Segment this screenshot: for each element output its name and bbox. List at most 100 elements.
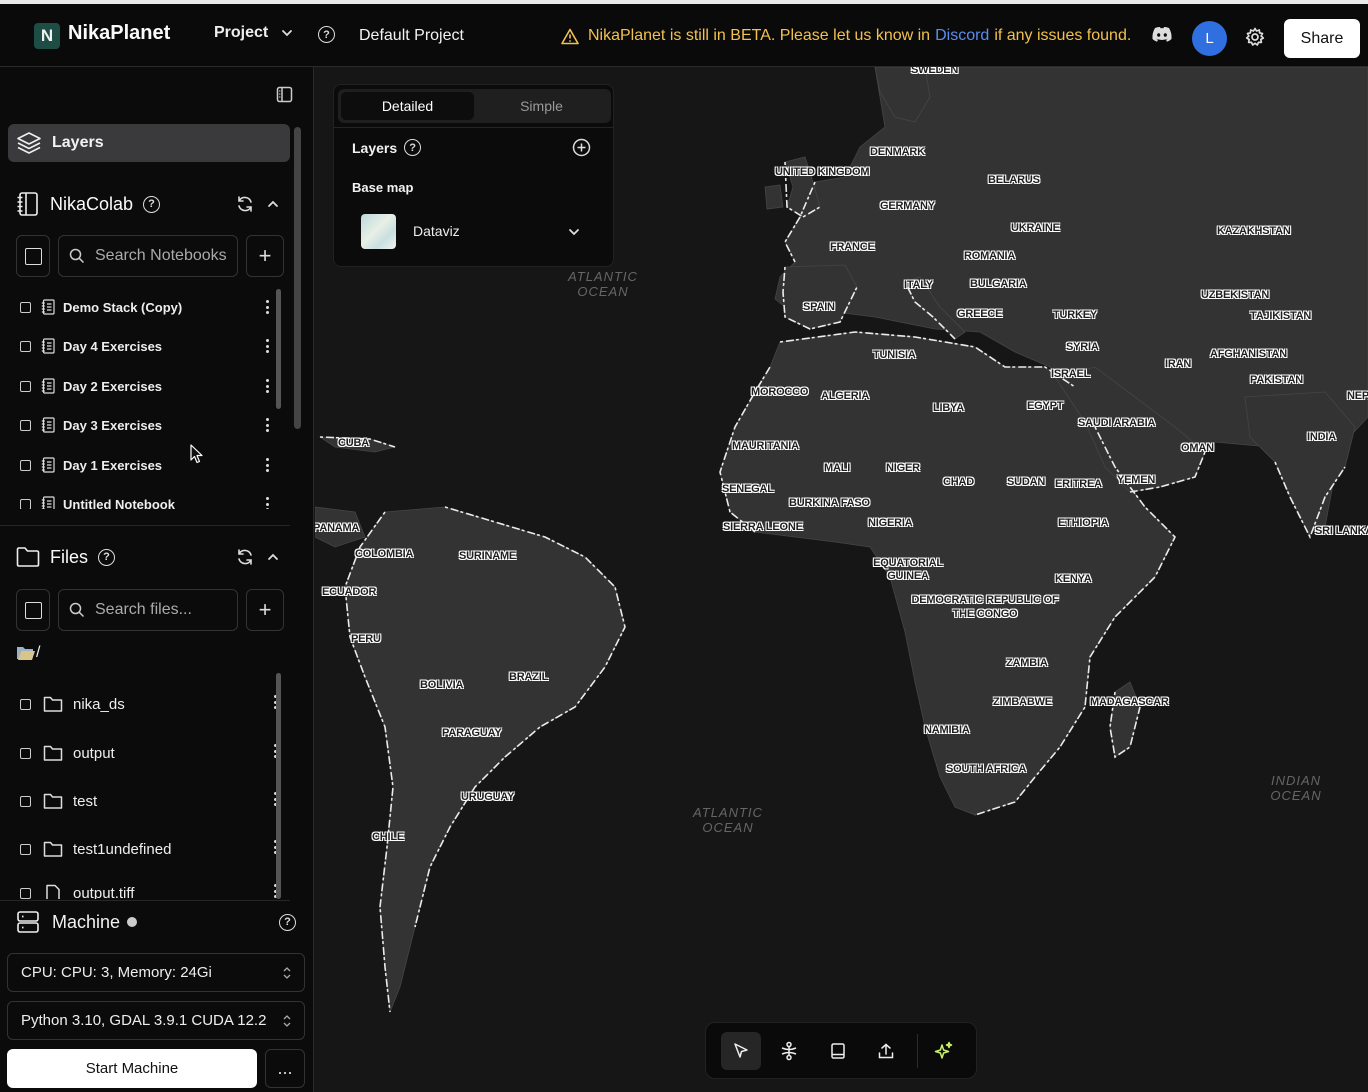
layers-icon [17, 132, 41, 154]
app-logo[interactable]: N [34, 23, 60, 49]
divider [334, 127, 613, 128]
discord-icon[interactable] [1151, 26, 1173, 43]
chevron-updown-icon [283, 967, 291, 979]
app-name[interactable]: NikaPlanet [68, 22, 170, 45]
checkbox[interactable] [24, 247, 42, 265]
chevron-down-icon[interactable] [567, 225, 581, 239]
list-item[interactable]: Demo Stack (Copy) [16, 294, 272, 320]
notebook-search-input[interactable] [95, 247, 227, 265]
tab-simple[interactable]: Simple [475, 92, 608, 120]
add-layer-icon[interactable] [572, 138, 591, 157]
view-mode-toggle: Detailed Simple [338, 89, 611, 123]
machine-status-indicator [127, 917, 138, 927]
more-vertical-icon[interactable] [262, 495, 272, 509]
gear-icon[interactable] [1245, 27, 1265, 47]
notebook-icon [41, 457, 55, 473]
notebook-name: Day 2 Exercises [63, 378, 163, 394]
more-vertical-icon[interactable] [262, 337, 272, 355]
country-label: PAKISTAN [1250, 374, 1303, 386]
file-list-scrollbar[interactable] [276, 673, 281, 899]
checkbox[interactable] [20, 419, 31, 431]
start-machine-button[interactable]: Start Machine [7, 1049, 257, 1088]
user-avatar[interactable]: L [1192, 21, 1227, 56]
country-label: ECUADOR [322, 586, 377, 598]
checkbox[interactable] [20, 887, 31, 899]
checkbox[interactable] [20, 498, 31, 509]
checkbox[interactable] [20, 459, 31, 471]
list-item[interactable]: Untitled Notebook [16, 491, 272, 509]
basemap-select-value[interactable]: Dataviz [413, 223, 460, 239]
more-options-button[interactable]: ... [265, 1049, 305, 1088]
help-icon[interactable]: ? [404, 139, 422, 156]
checkbox[interactable] [20, 698, 31, 710]
list-item[interactable]: Day 1 Exercises [16, 452, 272, 478]
folder-icon [16, 547, 40, 567]
export-tool-button[interactable] [866, 1032, 906, 1070]
file-search[interactable] [58, 589, 238, 631]
checkbox[interactable] [20, 795, 31, 807]
table-row[interactable]: nika_ds [16, 689, 280, 719]
breadcrumb[interactable]: / [16, 644, 40, 662]
more-vertical-icon[interactable] [262, 298, 272, 316]
notebook-name: Day 3 Exercises [63, 417, 163, 433]
country-label: BULGARIA [970, 278, 1027, 290]
more-vertical-icon[interactable] [262, 456, 272, 474]
checkbox[interactable] [20, 380, 31, 392]
sidebar-toggle-icon[interactable] [276, 86, 293, 103]
add-file-button[interactable]: + [246, 589, 284, 631]
list-item[interactable]: Day 4 Exercises [16, 333, 272, 359]
cpu-select[interactable]: CPU: CPU: 3, Memory: 24Gi [7, 953, 305, 992]
file-name: test [73, 792, 98, 810]
divider [917, 1034, 918, 1068]
table-row[interactable]: output.tiff [16, 878, 280, 899]
checkbox[interactable] [20, 301, 31, 313]
chevron-up-icon[interactable] [266, 197, 280, 211]
table-row[interactable]: test [16, 786, 280, 816]
environment-select[interactable]: Python 3.10, GDAL 3.9.1 CUDA 12.2 [7, 1001, 305, 1040]
country-label: TURKEY [1053, 309, 1098, 321]
ai-assistant-button[interactable] [924, 1032, 964, 1070]
table-row[interactable]: test1undefined [16, 834, 280, 864]
sidebar-item-layers[interactable]: Layers [8, 124, 290, 162]
tab-detailed[interactable]: Detailed [341, 92, 474, 120]
file-search-input[interactable] [95, 601, 227, 619]
checkbox[interactable] [20, 340, 31, 352]
more-vertical-icon[interactable] [262, 377, 272, 395]
notebook-search[interactable] [58, 235, 238, 277]
refresh-icon[interactable] [236, 548, 254, 566]
select-tool-button[interactable] [721, 1032, 761, 1070]
table-row[interactable]: output [16, 738, 280, 768]
country-label: LIBYA [933, 402, 964, 414]
list-item[interactable]: Day 2 Exercises [16, 373, 272, 399]
checkbox[interactable] [24, 601, 42, 619]
notebook-list-scrollbar[interactable] [276, 289, 281, 409]
sidebar-scrollbar[interactable] [294, 127, 301, 429]
project-menu[interactable]: Project [214, 24, 294, 42]
country-label: SIERRA LEONE [723, 521, 803, 533]
help-icon[interactable]: ? [143, 195, 161, 213]
add-notebook-button[interactable]: + [246, 235, 284, 277]
country-label: CUBA [338, 437, 369, 449]
refresh-icon[interactable] [236, 195, 254, 213]
country-label: PARAGUAY [442, 727, 502, 739]
checkbox[interactable] [20, 843, 31, 855]
sparkle-icon [934, 1041, 953, 1059]
notebook-tool-button[interactable] [818, 1032, 858, 1070]
checkbox[interactable] [20, 747, 31, 759]
discord-link[interactable]: Discord [935, 27, 989, 45]
help-icon[interactable]: ? [98, 548, 116, 566]
list-item[interactable]: Day 3 Exercises [16, 412, 272, 438]
basemap-thumbnail[interactable] [361, 214, 396, 249]
help-icon[interactable]: ? [318, 26, 335, 43]
country-label: AFGHANISTAN [1210, 348, 1288, 360]
divider [0, 900, 290, 901]
select-all-files[interactable] [16, 589, 50, 631]
country-label: UZBEKISTAN [1201, 289, 1270, 301]
chevron-up-icon[interactable] [266, 550, 280, 564]
share-button[interactable]: Share [1284, 19, 1360, 58]
draw-tool-button[interactable] [769, 1032, 809, 1070]
more-vertical-icon[interactable] [262, 416, 272, 434]
file-name: output.tiff [73, 884, 135, 900]
help-icon[interactable]: ? [279, 913, 296, 931]
select-all-notebooks[interactable] [16, 235, 50, 277]
